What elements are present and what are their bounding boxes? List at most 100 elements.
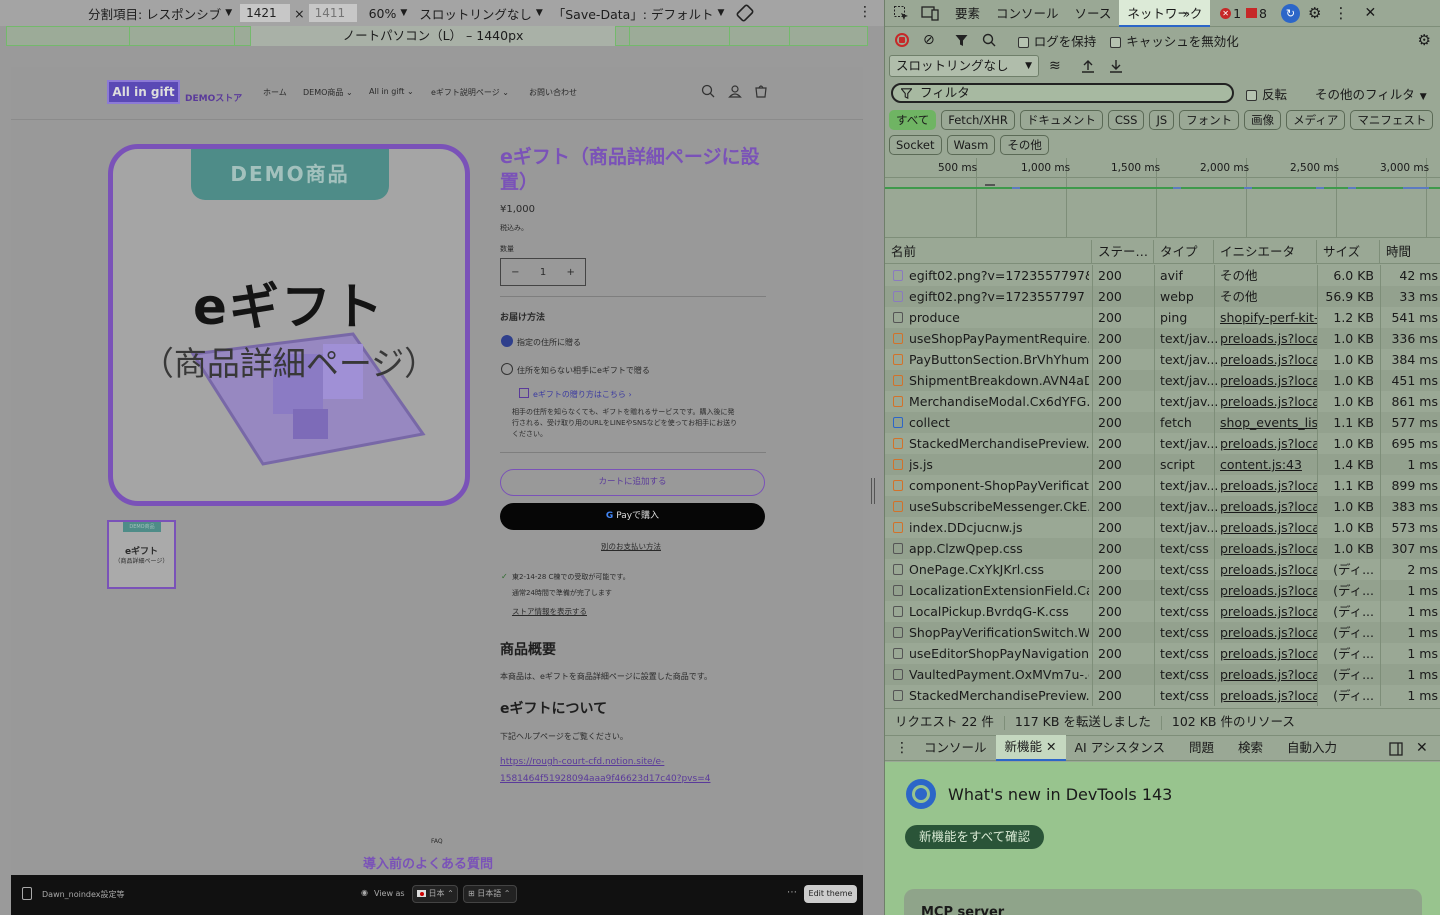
export-har-icon[interactable] <box>1109 59 1123 73</box>
col-name[interactable]: 名前 <box>885 240 1092 263</box>
quantity-stepper[interactable]: − 1 + <box>500 258 586 286</box>
clear-icon[interactable]: ⊘ <box>923 32 935 48</box>
save-data-dropdown[interactable]: 「Save-Data」: デフォルト ▼ <box>553 4 725 23</box>
dock-side-icon[interactable] <box>1389 742 1403 756</box>
help-link-line1[interactable]: https://rough-court-cfd.notion.site/e- <box>500 757 664 767</box>
account-icon[interactable] <box>728 84 742 98</box>
chip-css[interactable]: CSS <box>1107 110 1145 130</box>
store-name[interactable]: DEMOストア <box>185 91 242 104</box>
resize-handle[interactable] <box>871 478 875 504</box>
preserve-log-checkbox[interactable] <box>1017 36 1029 48</box>
chip-wasm[interactable]: Wasm <box>946 135 996 155</box>
table-row[interactable]: StackedMerchandisePreview.... 200 text/css… <box>885 685 1440 706</box>
request-name[interactable]: egift02.png?v=1723557797 <box>909 286 1089 307</box>
table-row[interactable]: ShipmentBreakdown.AVN4aD... 200 text/jav..… <box>885 370 1440 391</box>
col-time[interactable]: 時間 <box>1380 240 1440 263</box>
table-row[interactable]: VaultedPayment.OxMVm7u-.c... 200 text/css p… <box>885 664 1440 685</box>
more-filters-dropdown[interactable]: その他のフィルタ ▼ <box>1315 84 1427 103</box>
width-input[interactable] <box>240 4 291 22</box>
table-row[interactable]: app.ClzwQpep.css 200 text/css preloads.js?l… <box>885 538 1440 559</box>
option-egift-label[interactable]: 住所を知らない相手にeギフトで贈る <box>517 365 650 376</box>
store-info-link[interactable]: ストア情報を表示する <box>512 606 587 617</box>
request-initiator[interactable]: content.js:43 <box>1220 454 1317 475</box>
throttling-select[interactable]: スロットリングなし ▼ <box>889 55 1039 77</box>
record-icon[interactable] <box>895 33 909 47</box>
rotate-icon[interactable] <box>736 4 754 22</box>
chip-socket[interactable]: Socket <box>889 135 942 155</box>
see-all-features-button[interactable]: 新機能をすべて確認 <box>905 825 1045 849</box>
chip-document[interactable]: ドキュメント <box>1019 110 1103 130</box>
request-initiator[interactable]: preloads.js?locale <box>1220 370 1317 391</box>
disable-cache-checkbox[interactable] <box>1110 36 1122 48</box>
request-name[interactable]: ShopPayVerificationSwitch.W... <box>909 622 1089 643</box>
drawer-tab-autofill[interactable]: 自動入力 <box>1278 736 1346 760</box>
nav-egift-explain[interactable]: eギフト説明ページ ⌄ <box>431 87 509 98</box>
network-settings-gear-icon[interactable]: ⚙ <box>1418 31 1431 49</box>
table-row[interactable]: egift02.png?v=1723557797 200 webp その他 56.9 K… <box>885 286 1440 307</box>
table-row[interactable]: OnePage.CxYkJKrl.css 200 text/css preloads.… <box>885 559 1440 580</box>
tab-network[interactable]: ネットワーク <box>1119 0 1211 27</box>
request-name[interactable]: app.ClzwQpep.css <box>909 538 1089 559</box>
request-initiator[interactable]: preloads.js?locale <box>1220 349 1317 370</box>
height-input[interactable] <box>308 4 357 22</box>
col-initiator[interactable]: イニシエータ <box>1214 240 1317 263</box>
request-name[interactable]: useSubscribeMessenger.CkE... <box>909 496 1089 517</box>
table-row[interactable]: LocalPickup.BvrdqG-K.css 200 text/css prelo… <box>885 601 1440 622</box>
throttling-dropdown[interactable]: スロットリングなし ▼ <box>419 4 542 23</box>
radio-address[interactable] <box>501 335 513 347</box>
request-initiator[interactable]: preloads.js?locale <box>1220 328 1317 349</box>
request-name[interactable]: ShipmentBreakdown.AVN4aD... <box>909 370 1089 391</box>
chip-other[interactable]: その他 <box>1000 135 1049 155</box>
device-toggle-icon[interactable] <box>921 5 939 21</box>
request-name[interactable]: PayButtonSection.BrVhYhum.js <box>909 349 1089 370</box>
request-name[interactable]: VaultedPayment.OxMVm7u-.c... <box>909 664 1089 685</box>
request-initiator[interactable]: preloads.js?locale <box>1220 433 1317 454</box>
radio-egift[interactable] <box>501 363 513 375</box>
media-query-label[interactable]: ノートパソコン（L） – 1440px <box>250 26 616 46</box>
disable-cache-toggle[interactable]: キャッシュを無効化 <box>1110 31 1239 50</box>
table-row[interactable]: MerchandiseModal.Cx6dYFG... 200 text/jav..… <box>885 391 1440 412</box>
nav-contact[interactable]: お問い合わせ <box>529 87 577 98</box>
invert-checkbox[interactable] <box>1246 89 1257 101</box>
col-size[interactable]: サイズ <box>1317 240 1380 263</box>
table-row[interactable]: PayButtonSection.BrVhYhum.js 200 text/jav.… <box>885 349 1440 370</box>
product-thumbnail[interactable]: DEMO商品 eギフト （商品詳細ページ） <box>107 520 176 589</box>
gpay-button[interactable]: G Payで購入 <box>500 503 765 530</box>
table-row[interactable]: useEditorShopPayNavigation.... 200 text/cs… <box>885 643 1440 664</box>
close-drawer-icon[interactable]: ✕ <box>1416 740 1428 756</box>
col-status[interactable]: ステー… <box>1092 240 1154 263</box>
chip-all[interactable]: すべて <box>889 110 937 130</box>
request-name[interactable]: LocalizationExtensionField.Ca... <box>909 580 1089 601</box>
how-to-link[interactable]: eギフトの贈り方はこちら › <box>533 389 632 400</box>
tab-elements[interactable]: 要素 <box>947 0 988 27</box>
request-name[interactable]: useEditorShopPayNavigation.... <box>909 643 1089 664</box>
table-row[interactable]: useSubscribeMessenger.CkE... 200 text/jav.… <box>885 496 1440 517</box>
table-row[interactable]: ShopPayVerificationSwitch.W... 200 text/cs… <box>885 622 1440 643</box>
request-name[interactable]: MerchandiseModal.Cx6dYFG... <box>909 391 1089 412</box>
request-initiator[interactable]: preloads.js?locale <box>1220 664 1317 685</box>
request-initiator[interactable]: preloads.js?locale <box>1220 475 1317 496</box>
more-tabs-icon[interactable]: » <box>1182 6 1190 21</box>
chip-manifest[interactable]: マニフェスト <box>1350 110 1434 130</box>
tab-sources[interactable]: ソース <box>1067 0 1120 27</box>
product-main-image[interactable]: DEMO商品 eギフト （商品詳細ページ） <box>108 144 470 506</box>
drawer-tab-search[interactable]: 検索 <box>1229 736 1272 760</box>
request-name[interactable]: collect <box>909 412 1089 433</box>
table-row[interactable]: component-ShopPayVerificati... 200 text/ja… <box>885 475 1440 496</box>
table-row[interactable]: LocalizationExtensionField.Ca... 200 text/… <box>885 580 1440 601</box>
more-icon[interactable]: ⋯ <box>787 887 797 898</box>
store-logo[interactable]: All in gift <box>107 80 180 104</box>
chip-media[interactable]: メディア <box>1286 110 1346 130</box>
quantity-value[interactable]: 1 <box>540 267 546 278</box>
drawer-tab-console[interactable]: コンソール <box>915 736 996 760</box>
inspect-icon[interactable] <box>893 5 909 21</box>
drawer-tab-ai[interactable]: AI アシスタンス <box>1066 736 1174 760</box>
chip-image[interactable]: 画像 <box>1244 110 1282 130</box>
col-type[interactable]: タイプ <box>1154 240 1214 263</box>
preserve-log-toggle[interactable]: ログを保持 <box>1017 31 1096 50</box>
error-badge[interactable]: ✕ 1 <box>1220 6 1241 21</box>
filter-input[interactable]: フィルタ <box>891 83 1234 103</box>
request-initiator[interactable]: preloads.js?locale <box>1220 559 1317 580</box>
more-options-icon[interactable]: ⋮ <box>1333 4 1348 22</box>
drawer-tab-whatsnew[interactable]: 新機能 ✕ <box>995 735 1066 761</box>
